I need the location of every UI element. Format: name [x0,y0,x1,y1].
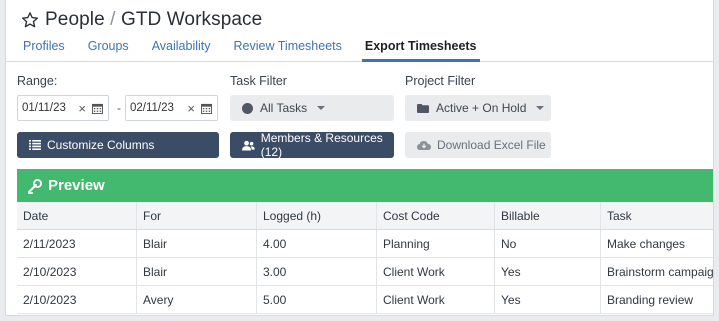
end-date-value: 02/11/23 [130,102,174,114]
calendar-icon[interactable] [201,103,212,114]
project-filter-value: Active + On Hold [436,101,527,115]
timesheet-table: Date For Logged (h) Cost Code Billable T… [17,202,714,314]
cell-for: Avery [137,286,257,313]
cell-cost-code: Planning [377,230,495,257]
circle-icon [242,102,253,114]
column-header-logged[interactable]: Logged (h) [257,202,377,229]
tab-profiles[interactable]: Profiles [23,38,65,62]
download-excel-label: Download Excel File [437,138,546,152]
cell-billable: Yes [495,258,601,285]
page-title: People / GTD Workspace [45,9,262,31]
cell-logged: 3.00 [257,258,377,285]
table-row: 2/10/2023 Blair 3.00 Client Work Yes Bra… [17,258,714,286]
members-resources-label: Members & Resources (12) [260,131,383,159]
column-header-cost-code[interactable]: Cost Code [377,202,495,229]
project-filter-label: Project Filter [405,74,476,88]
cloud-download-icon [417,140,431,150]
cell-date: 2/10/2023 [17,286,137,313]
range-label: Range: [17,74,58,88]
cell-logged: 4.00 [257,230,377,257]
tab-availability[interactable]: Availability [152,38,211,62]
folder-icon [417,103,429,113]
preview-title: Preview [48,177,105,194]
start-date-value: 01/11/23 [22,102,66,114]
range-separator: - [117,101,121,115]
app-window: People / GTD Workspace Profiles Groups A… [5,0,714,316]
end-date-input[interactable]: 02/11/23 × [125,95,218,121]
tab-export-timesheets[interactable]: Export Timesheets [361,38,480,62]
cell-cost-code: Client Work [377,286,495,313]
cell-for: Blair [137,258,257,285]
task-filter-value: All Tasks [260,101,308,115]
customize-columns-label: Customize Columns [47,138,155,152]
page-header: People / GTD Workspace Profiles Groups A… [6,0,713,62]
breadcrumb-separator: / [110,9,116,30]
star-icon[interactable] [21,11,39,29]
table-row: 2/10/2023 Avery 5.00 Client Work Yes Bra… [17,286,713,314]
breadcrumb-parent[interactable]: People [45,9,105,30]
eye-preview-icon [28,178,42,194]
project-filter-dropdown[interactable]: Active + On Hold [405,95,551,121]
users-icon [242,140,255,150]
title-row: People / GTD Workspace [21,9,262,31]
cell-logged: 5.00 [257,286,377,313]
tab-review-timesheets[interactable]: Review Timesheets [234,38,342,62]
breadcrumb-current: GTD Workspace [120,9,263,30]
cell-billable: No [495,230,601,257]
preview-banner: Preview [17,169,713,202]
column-header-task[interactable]: Task [601,202,713,229]
tab-bar: Profiles Groups Availability Review Time… [23,38,503,62]
download-excel-button[interactable]: Download Excel File [405,132,551,158]
cell-task: Branding review [607,292,694,307]
column-header-billable[interactable]: Billable [495,202,601,229]
cell-date: 2/11/2023 [17,230,137,257]
clear-icon[interactable]: × [78,101,86,116]
customize-columns-button[interactable]: Customize Columns [17,132,219,158]
column-header-date[interactable]: Date [17,202,137,229]
members-resources-button[interactable]: Members & Resources (12) [230,131,394,159]
caret-down-icon [317,106,326,110]
table-row: 2/11/2023 Blair 4.00 Planning No Make ch… [17,230,713,258]
cell-task: Brainstorm campaig [607,264,714,279]
cell-cost-code: Client Work [377,258,495,285]
cell-for: Blair [137,230,257,257]
table-header-row: Date For Logged (h) Cost Code Billable T… [17,202,713,230]
cell-date: 2/10/2023 [17,258,137,285]
cell-task: Make changes [607,236,686,251]
task-filter-dropdown[interactable]: All Tasks [230,95,394,121]
caret-down-icon [536,106,545,110]
calendar-icon[interactable] [92,103,103,114]
cell-billable: Yes [495,286,601,313]
clear-icon[interactable]: × [187,101,195,116]
task-filter-label: Task Filter [230,74,287,88]
tab-groups[interactable]: Groups [88,38,129,62]
start-date-input[interactable]: 01/11/23 × [17,95,109,121]
columns-list-icon [29,140,41,150]
column-header-for[interactable]: For [137,202,257,229]
